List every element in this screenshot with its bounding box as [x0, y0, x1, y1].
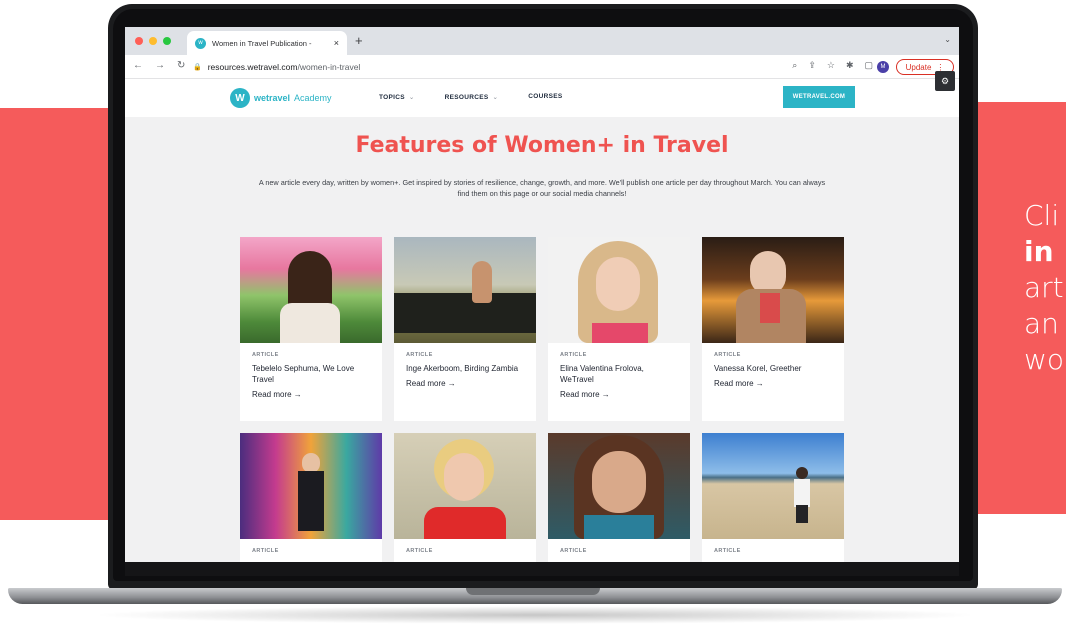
side-text-line-5: wo — [1024, 343, 1065, 376]
page-intro: A new article every day, written by wome… — [258, 178, 826, 198]
article-tag: ARTICLE — [714, 548, 741, 554]
maximize-window-button[interactable] — [163, 37, 171, 45]
share-icon[interactable]: ⇪ — [808, 60, 816, 71]
laptop-notch — [466, 588, 600, 595]
menu-item-resources[interactable]: RESOURCES ⌄ — [445, 93, 499, 101]
article-title[interactable]: Tebelelo Sephuma, We Love Travel — [252, 363, 370, 385]
forward-arrow-icon[interactable]: → — [155, 60, 165, 71]
side-text-line-3: art — [1024, 271, 1064, 304]
window-controls — [135, 37, 171, 45]
article-card[interactable]: ARTICLE — [240, 433, 382, 562]
laptop-shadow — [90, 606, 980, 624]
site-header: W wetravel Academy TOPICS ⌄ RESOURCES ⌄ CO… — [125, 71, 959, 117]
article-title[interactable]: Inge Akerboom, Birding Zambia — [406, 363, 524, 374]
update-label: Update — [905, 62, 932, 72]
article-photo — [548, 237, 690, 343]
laptop-screen: w Women in Travel Publication - × + ⌄ ← … — [125, 27, 959, 562]
menu-item-courses[interactable]: COURSES — [528, 93, 562, 101]
reload-icon[interactable]: ↻ — [177, 60, 185, 71]
back-arrow-icon[interactable]: ← — [133, 60, 143, 71]
wetravel-logo-icon: W — [230, 88, 250, 108]
hubspot-icon[interactable]: ⚙ — [935, 71, 955, 91]
menu-item-topics[interactable]: TOPICS ⌄ — [379, 93, 415, 101]
url-text: resources.wetravel.com/women-in-travel — [208, 62, 361, 72]
site-menu: TOPICS ⌄ RESOURCES ⌄ COURSES — [379, 93, 563, 101]
laptop-hinge — [125, 562, 959, 576]
side-text: Cli in art an wo — [1024, 198, 1064, 378]
side-text-line-4: an — [1024, 307, 1059, 340]
chevron-down-icon: ⌄ — [492, 94, 499, 101]
article-photo — [702, 237, 844, 343]
tab-close-icon[interactable]: × — [334, 38, 339, 48]
url-domain: resources.wetravel.com — [207, 62, 298, 72]
lock-icon: 🔒 — [193, 64, 202, 71]
browser-tab-active[interactable]: w Women in Travel Publication - × — [187, 31, 347, 55]
tab-title: Women in Travel Publication - — [212, 38, 312, 48]
read-more-link[interactable]: Read more → — [714, 379, 832, 388]
article-card[interactable]: ARTICLE Tebelelo Sephuma, We Love Travel… — [240, 237, 382, 421]
new-tab-icon[interactable]: + — [355, 33, 363, 48]
article-card[interactable]: ARTICLE — [394, 433, 536, 562]
article-card[interactable]: ARTICLE Inge Akerboom, Birding Zambia Re… — [394, 237, 536, 421]
close-window-button[interactable] — [135, 37, 143, 45]
url-path: /women-in-travel — [297, 62, 361, 72]
read-more-link[interactable]: Read more → — [406, 379, 524, 388]
read-more-link[interactable]: Read more → — [560, 390, 678, 399]
article-tag: ARTICLE — [406, 548, 433, 554]
side-text-line-1: Cli — [1024, 199, 1060, 232]
profile-avatar[interactable]: M — [877, 61, 889, 73]
article-card[interactable]: ARTICLE — [702, 433, 844, 562]
menu-label: COURSES — [528, 93, 563, 100]
minimize-window-button[interactable] — [149, 37, 157, 45]
zoom-search-icon[interactable]: ⌕ — [792, 60, 797, 71]
toolbar-icons: ⌕ ⇪ ☆ ✱ ▢ — [792, 60, 873, 71]
logo-sub: Academy — [294, 93, 332, 103]
article-tag: ARTICLE — [560, 352, 587, 358]
sidebar-panel-icon[interactable]: ▢ — [864, 60, 873, 71]
menu-label: TOPICS — [379, 94, 405, 101]
article-title[interactable]: Vanessa Korel, Greether — [714, 363, 832, 374]
read-more-link[interactable]: Read more → — [252, 390, 370, 399]
site-logo[interactable]: W wetravel Academy — [230, 88, 332, 108]
article-tag: ARTICLE — [560, 548, 587, 554]
bookmark-star-icon[interactable]: ☆ — [827, 60, 835, 71]
stage: Cli in art an wo w Women in Travel Publi… — [0, 0, 1066, 636]
article-photo — [548, 433, 690, 539]
article-card[interactable]: ARTICLE Vanessa Korel, Greether Read mor… — [702, 237, 844, 421]
article-tag: ARTICLE — [252, 352, 279, 358]
menu-label: RESOURCES — [444, 94, 489, 101]
tab-search-chevron-icon[interactable]: ⌄ — [944, 35, 951, 44]
article-photo — [394, 237, 536, 343]
url-input[interactable]: 🔒 resources.wetravel.com/women-in-travel — [193, 58, 753, 76]
article-title[interactable]: Elina Valentina Frolova, WeTravel — [560, 363, 678, 385]
article-card[interactable]: ARTICLE — [548, 433, 690, 562]
article-photo — [240, 237, 382, 343]
nav-buttons: ← → ↻ — [133, 60, 185, 71]
article-tag: ARTICLE — [714, 352, 741, 358]
article-grid: ARTICLE Tebelelo Sephuma, We Love Travel… — [240, 237, 846, 562]
red-panel-right: Cli in art an wo — [978, 102, 1066, 514]
red-panel-left — [0, 108, 118, 520]
article-photo — [394, 433, 536, 539]
logo-word: wetravel — [254, 93, 291, 103]
page-title: Features of Women+ in Travel — [355, 133, 729, 158]
wetravel-cta-button[interactable]: WETRAVEL.COM — [783, 86, 855, 108]
tab-favicon-icon: w — [195, 37, 206, 49]
article-card[interactable]: ARTICLE Elina Valentina Frolova, WeTrave… — [548, 237, 690, 421]
extensions-puzzle-icon[interactable]: ✱ — [846, 60, 854, 71]
chevron-down-icon: ⌄ — [408, 94, 415, 101]
browser-address-bar: ← → ↻ 🔒 resources.wetravel.com/women-in-… — [125, 55, 959, 79]
browser-tab-bar: w Women in Travel Publication - × + ⌄ — [125, 27, 959, 55]
article-photo — [240, 433, 382, 539]
side-text-line-2: in — [1024, 235, 1054, 268]
article-tag: ARTICLE — [252, 548, 279, 554]
article-tag: ARTICLE — [406, 352, 433, 358]
article-photo — [702, 433, 844, 539]
